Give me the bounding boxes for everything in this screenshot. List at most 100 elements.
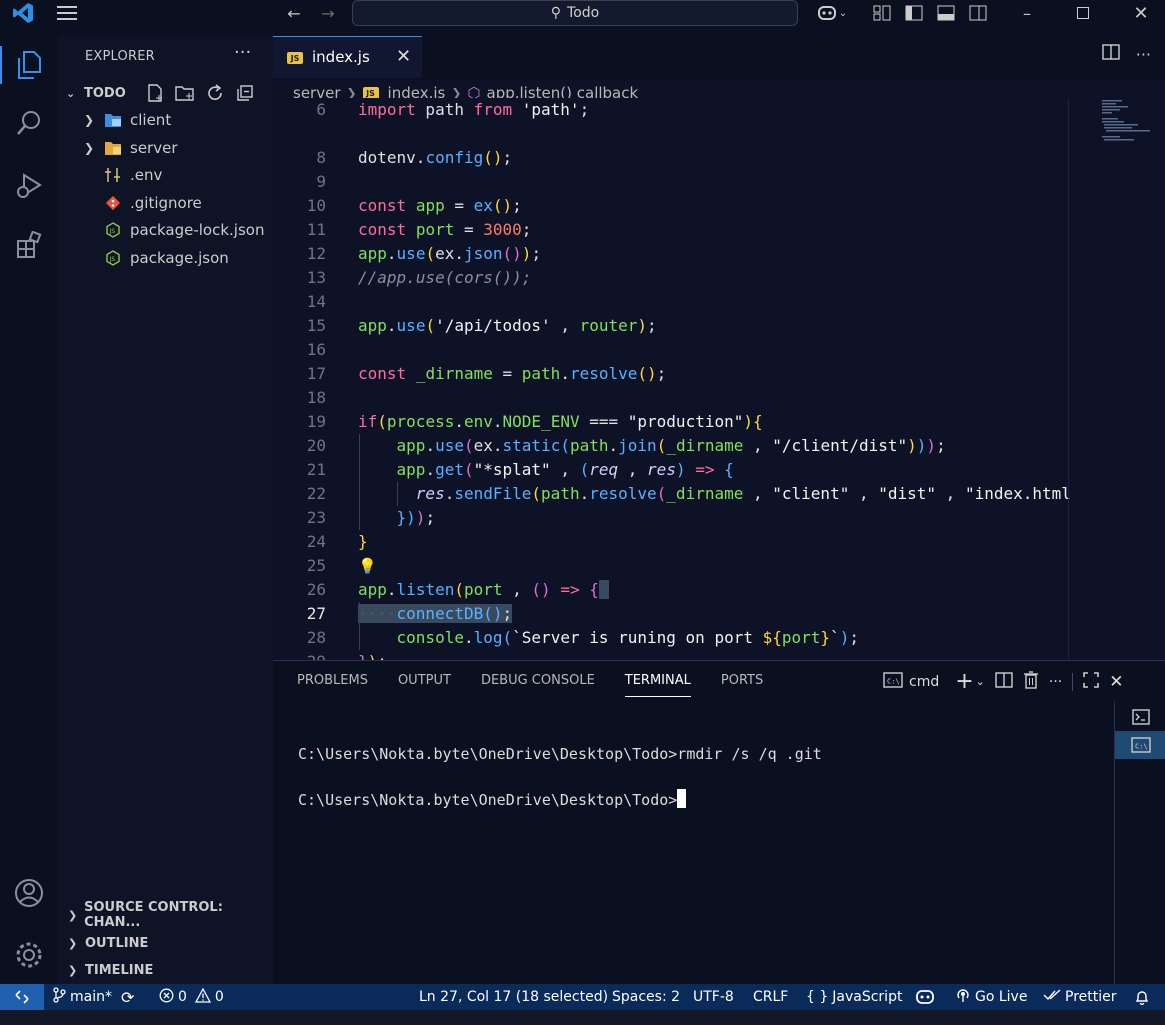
collapse-all-icon[interactable] (234, 82, 256, 104)
terminal-cmd-instance-icon[interactable]: C:\ (1115, 731, 1165, 759)
chevron-right-icon: ❯ (84, 113, 95, 127)
lightbulb-icon[interactable]: 💡 (358, 554, 377, 578)
language-label: JavaScript (832, 989, 903, 1005)
line-number: 11 (306, 220, 326, 239)
split-editor-icon[interactable] (1102, 44, 1120, 64)
refresh-icon[interactable] (204, 82, 226, 104)
kill-terminal-icon[interactable] (1023, 670, 1039, 693)
run-debug-icon[interactable] (0, 160, 58, 210)
chevron-right-icon: ❯ (68, 908, 78, 922)
line-number: 24 (306, 532, 326, 551)
problems-status[interactable]: 0 0 (159, 984, 224, 1010)
line-number: 28 (306, 628, 326, 647)
code-line: app.get("*splat" , (req , res) => { (396, 460, 734, 479)
code-line: app.listen(port , () => { (358, 578, 609, 602)
line-number: 18 (306, 388, 326, 407)
command-center-search[interactable]: ⚲ Todo (352, 0, 798, 26)
sync-icon[interactable]: ⟳ (121, 984, 134, 1010)
extensions-icon[interactable] (0, 220, 58, 270)
close-tab-icon[interactable]: ✕ (396, 46, 411, 67)
chevron-down-icon[interactable]: ⌄ (976, 675, 985, 688)
close-window-icon[interactable]: ✕ (1126, 0, 1156, 26)
tab-terminal[interactable]: TERMINAL (624, 673, 691, 697)
section-label: TIMELINE (85, 962, 154, 978)
terminal-instance-icon[interactable] (1115, 703, 1165, 731)
branch-status[interactable]: main* (52, 984, 112, 1010)
maximize-icon[interactable] (1068, 0, 1098, 26)
editor-ruler (1068, 98, 1069, 660)
more-actions-icon[interactable]: ··· (1136, 45, 1151, 64)
chevron-right-icon: ❯ (84, 141, 95, 155)
prettier-label: Prettier (1065, 989, 1117, 1005)
timeline-section[interactable]: ❯ TIMELINE (66, 958, 273, 982)
line-number: 17 (306, 364, 326, 383)
explorer-icon[interactable] (0, 40, 58, 90)
go-live-button[interactable]: Go Live (955, 984, 1027, 1010)
svg-text:JS: JS (109, 256, 116, 263)
terminal-profile-icon[interactable]: C:\ (883, 671, 903, 692)
tree-item-label: client (130, 111, 172, 129)
terminal-cursor (677, 789, 687, 808)
language-status[interactable]: { } JavaScript (806, 984, 902, 1010)
toggle-secondary-sidebar-icon[interactable] (966, 0, 990, 26)
tab-debug-console[interactable]: DEBUG CONSOLE (481, 673, 595, 697)
svg-text:JS: JS (109, 228, 116, 235)
split-terminal-icon[interactable] (995, 671, 1013, 692)
forward-arrow-icon[interactable]: → (316, 0, 340, 26)
tree-item-package-lock[interactable]: JS package-lock.json (58, 217, 273, 243)
toggle-primary-sidebar-icon[interactable] (902, 0, 926, 26)
tree-item-client[interactable]: ❯ client (58, 107, 273, 133)
line-number: 22 (306, 484, 326, 503)
indentation-status[interactable]: Spaces: 2 (612, 984, 680, 1010)
new-terminal-icon[interactable]: + (955, 669, 973, 694)
encoding-status[interactable]: UTF-8 (693, 984, 734, 1010)
minimap[interactable] (1100, 98, 1155, 158)
editor-tabs: JS index.js ✕ ··· (273, 36, 1165, 78)
activity-bar (0, 36, 58, 984)
copilot-icon[interactable]: ⌄ (812, 0, 852, 26)
panel-actions: C:\ cmd + ⌄ ··· ✕ (883, 669, 1124, 694)
line-number: 15 (306, 316, 326, 335)
code-line: const app = ex(); (358, 196, 522, 215)
customize-layout-icon[interactable] (870, 0, 894, 26)
tree-item-env[interactable]: .env (58, 162, 273, 188)
more-actions-icon[interactable]: ··· (234, 42, 251, 63)
tab-problems[interactable]: PROBLEMS (297, 673, 368, 697)
cursor-position[interactable]: Ln 27, Col 17 (18 selected) (419, 984, 608, 1010)
minimize-icon[interactable]: – (1012, 0, 1042, 26)
tab-ports[interactable]: PORTS (721, 673, 763, 697)
prettier-status[interactable]: Prettier (1043, 984, 1117, 1010)
bottom-panel: PROBLEMS OUTPUT DEBUG CONSOLE TERMINAL P… (273, 660, 1165, 985)
source-control-section[interactable]: ❯ SOURCE CONTROL: CHAN... (66, 900, 273, 930)
menu-icon[interactable] (54, 0, 80, 26)
code-line: dotenv.config(); (358, 148, 513, 167)
accounts-icon[interactable] (0, 868, 58, 918)
tree-item-label: .env (130, 166, 163, 184)
toggle-panel-icon[interactable] (934, 0, 958, 26)
tree-item-package-json[interactable]: JS package.json (58, 245, 273, 271)
more-actions-icon[interactable]: ··· (1049, 674, 1062, 690)
settings-gear-icon[interactable] (0, 930, 58, 980)
tab-output[interactable]: OUTPUT (398, 673, 451, 697)
terminal-profile-label[interactable]: cmd (909, 674, 939, 690)
eol-status[interactable]: CRLF (753, 984, 788, 1010)
tree-item-server[interactable]: ❯ server (58, 135, 273, 161)
git-file-icon (104, 194, 122, 212)
maximize-panel-icon[interactable] (1083, 671, 1100, 692)
search-icon[interactable] (0, 98, 58, 148)
terminal-prompt[interactable]: C:\Users\Nokta.byte\OneDrive\Desktop\Tod… (298, 789, 687, 809)
tab-index-js[interactable]: JS index.js ✕ (273, 36, 422, 78)
tree-item-gitignore[interactable]: .gitignore (58, 190, 273, 216)
notifications-bell-icon[interactable] (1134, 984, 1150, 1010)
copilot-status-icon[interactable] (915, 984, 935, 1010)
status-bar: main* ⟳ 0 0 Ln 27, Col 17 (18 selected) … (0, 984, 1165, 1010)
error-count: 0 (178, 989, 187, 1005)
new-file-icon[interactable] (144, 82, 166, 104)
remote-indicator-icon[interactable] (0, 984, 44, 1010)
code-editor[interactable]: 6 import path from 'path'; 8 dotenv.config… (273, 98, 1165, 660)
back-arrow-icon[interactable]: ← (282, 0, 306, 26)
outline-section[interactable]: ❯ OUTLINE (66, 931, 273, 955)
new-folder-icon[interactable] (174, 82, 196, 104)
close-panel-icon[interactable]: ✕ (1109, 672, 1123, 692)
explorer-actions (144, 82, 256, 104)
